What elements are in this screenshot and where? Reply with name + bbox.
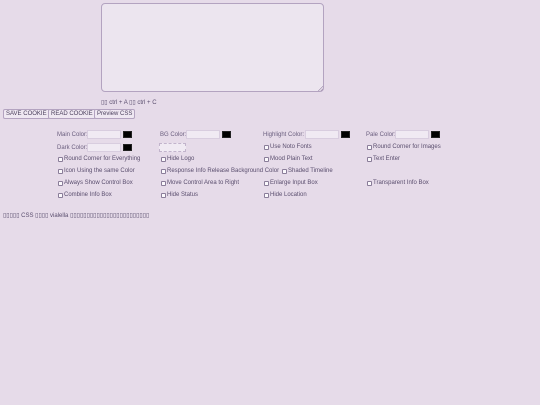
main-color-label: Main Color:	[57, 132, 88, 138]
option-use-noto-fonts[interactable]: Use Noto Fonts	[264, 144, 312, 150]
main-color-swatch[interactable]	[123, 131, 132, 138]
option-round-corner-everything[interactable]: Round Corner for Everything	[58, 156, 140, 162]
pale-color-input[interactable]	[395, 130, 429, 139]
option-transparent-info-box[interactable]: Transparent Info Box	[367, 180, 429, 186]
option-move-control-area-right[interactable]: Move Control Area to Right	[161, 180, 239, 186]
checkbox[interactable]	[264, 192, 269, 198]
pale-color-swatch[interactable]	[431, 131, 440, 138]
option-shaded-timeline[interactable]: Shaded Timeline	[282, 168, 333, 174]
option-hide-logo[interactable]: Hide Logo	[161, 156, 194, 162]
option-enlarge-input-box[interactable]: Enlarge Input Box	[264, 180, 318, 186]
option-hide-status[interactable]: Hide Status	[161, 192, 198, 198]
checkbox[interactable]	[264, 156, 269, 162]
option-text-enter[interactable]: Text Enter	[367, 156, 400, 162]
option-response-info-release-bg[interactable]: Response Info Release Background Color	[161, 168, 279, 174]
checkbox[interactable]	[58, 168, 63, 174]
bg-color-swatch[interactable]	[222, 131, 231, 138]
checkbox[interactable]	[264, 180, 269, 186]
checkbox[interactable]	[161, 156, 166, 162]
save-cookie-button[interactable]: SAVE COOKIE	[3, 109, 50, 119]
highlight-color-swatch[interactable]	[341, 131, 350, 138]
bg-color-label: BG Color:	[160, 132, 187, 138]
checkbox[interactable]	[264, 144, 269, 150]
read-cookie-button[interactable]: READ COOKIE	[48, 109, 96, 119]
main-color-input[interactable]	[87, 130, 121, 139]
bg-color-input[interactable]	[186, 130, 220, 139]
checkbox[interactable]	[367, 156, 372, 162]
option-combine-info-box[interactable]: Combine Info Box	[58, 192, 112, 198]
css-editor-textarea[interactable]	[101, 3, 324, 92]
checkbox[interactable]	[282, 168, 287, 174]
option-always-show-control-box[interactable]: Always Show Control Box	[58, 180, 133, 186]
checkbox[interactable]	[58, 180, 63, 186]
checkbox[interactable]	[161, 180, 166, 186]
option-mood-plain-text[interactable]: Mood Plain Text	[264, 156, 313, 162]
preview-css-button[interactable]: Preview CSS	[94, 109, 136, 119]
bg-extra-input[interactable]	[159, 143, 186, 152]
option-round-corner-images[interactable]: Round Corner for Images	[367, 144, 441, 150]
option-hide-location[interactable]: Hide Location	[264, 192, 307, 198]
dark-color-swatch[interactable]	[123, 144, 132, 151]
checkbox[interactable]	[161, 192, 166, 198]
resize-handle[interactable]	[318, 86, 323, 91]
highlight-color-label: Highlight Color:	[263, 132, 305, 138]
checkbox[interactable]	[161, 168, 166, 174]
checkbox[interactable]	[58, 192, 63, 198]
dark-color-label: Dark Color:	[57, 145, 88, 151]
copy-hint-text: ▯▯ ctrl + A ▯▯ ctrl + C	[101, 100, 157, 106]
checkbox[interactable]	[58, 156, 63, 162]
checkbox[interactable]	[367, 180, 372, 186]
option-icon-same-color[interactable]: Icon Using the same Color	[58, 168, 135, 174]
highlight-color-input[interactable]	[305, 130, 339, 139]
pale-color-label: Pale Color:	[366, 132, 396, 138]
footer-credit-text: ▯▯▯▯▯ CSS ▯▯▯▯ vialella ▯▯▯▯▯▯▯▯▯▯▯▯▯▯▯▯…	[3, 213, 150, 219]
checkbox[interactable]	[367, 144, 372, 150]
dark-color-input[interactable]	[87, 143, 121, 152]
